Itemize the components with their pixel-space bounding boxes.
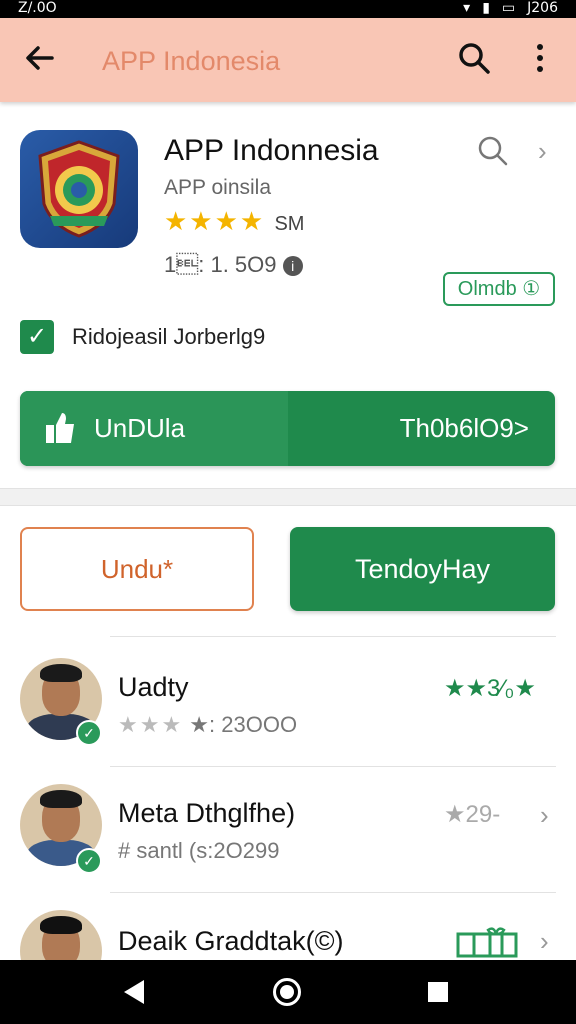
battery-icon: ▭ bbox=[501, 0, 516, 16]
reviewer-name: Uadty bbox=[118, 672, 189, 702]
top-app-bar: APP Indonesia bbox=[0, 18, 576, 102]
app-name: APP Indonnesia bbox=[164, 134, 379, 167]
chevron-right-icon[interactable]: › bbox=[540, 800, 549, 831]
review-meta-text: ★: 23OOO bbox=[189, 712, 298, 737]
section-divider bbox=[0, 488, 576, 506]
recents-square-icon[interactable] bbox=[428, 982, 448, 1002]
filled-button[interactable]: TendoyHay bbox=[290, 527, 555, 611]
outline-button[interactable]: Undu* bbox=[20, 527, 254, 611]
review-rating: ★29- bbox=[444, 801, 501, 828]
verified-check-icon: ✓ bbox=[76, 848, 102, 874]
star-rating-icons: ★★★★ bbox=[164, 206, 266, 236]
search-icon[interactable] bbox=[476, 134, 510, 168]
home-circle-icon[interactable] bbox=[273, 978, 301, 1006]
verified-check-icon: ✓ bbox=[76, 720, 102, 746]
rating-count: SM bbox=[274, 213, 305, 235]
chevron-right-icon[interactable]: › bbox=[540, 926, 549, 957]
agree-checkbox-row[interactable]: ✓ Ridojeasil Jorberlg9 bbox=[20, 320, 420, 354]
app-meta-text: 1: 1. 5O9 bbox=[164, 252, 277, 277]
app-subtitle: APP oinsila bbox=[164, 176, 272, 199]
battery-text: J206 bbox=[527, 0, 558, 16]
app-meta: 1: 1. 5O9 i bbox=[164, 252, 303, 278]
app-logo-icon bbox=[20, 130, 138, 248]
chevron-right-icon[interactable]: › bbox=[538, 136, 547, 167]
arrow-left-icon[interactable] bbox=[24, 40, 56, 76]
checkbox[interactable]: ✓ bbox=[20, 320, 54, 354]
download-secondary-label: Th0b6lO9> bbox=[399, 413, 529, 443]
list-divider bbox=[110, 892, 556, 893]
thumbs-up-icon bbox=[44, 411, 76, 445]
status-bar: Z/.0O ▾ ▮ ▭ J206 bbox=[0, 0, 576, 18]
list-divider bbox=[110, 636, 556, 637]
avatar bbox=[20, 910, 102, 960]
reviewer-name: Deaik Graddtak(©) bbox=[118, 926, 344, 956]
system-nav-bar bbox=[0, 960, 576, 1024]
search-icon[interactable] bbox=[456, 40, 492, 76]
more-vert-icon[interactable] bbox=[530, 40, 550, 76]
gift-icon[interactable] bbox=[456, 926, 518, 960]
review-item[interactable]: ✓ Uadty ★★★ ★: 23OOO ★★3⁄₀★ bbox=[0, 650, 576, 774]
list-divider bbox=[110, 766, 556, 767]
info-icon[interactable]: i bbox=[282, 256, 303, 277]
review-rating: ★★3⁄₀★ bbox=[444, 675, 536, 702]
back-triangle-icon[interactable] bbox=[124, 980, 144, 1004]
review-item[interactable]: ✓ Meta Dthglfhe) # santl (s:2O299 ★29- › bbox=[0, 776, 576, 900]
review-item[interactable]: Deaik Graddtak(©) › bbox=[0, 904, 576, 960]
download-label: UnDUla bbox=[94, 413, 186, 443]
review-meta: ★★★ ★: 23OOO bbox=[118, 712, 297, 738]
review-meta: # santl (s:2O299 bbox=[118, 838, 280, 863]
reviewer-name: Meta Dthglfhe) bbox=[118, 798, 296, 828]
status-time: Z/.0O bbox=[18, 0, 57, 16]
app-rating: ★★★★ SM bbox=[164, 206, 304, 237]
checkbox-label: Ridojeasil Jorberlg9 bbox=[72, 324, 266, 349]
wifi-icon: ▾ bbox=[463, 0, 471, 16]
review-stars: ★★★ bbox=[118, 712, 184, 737]
install-badge[interactable]: Olmdb ① bbox=[443, 272, 555, 306]
download-button[interactable]: UnDUla Th0b6lO9> bbox=[20, 391, 555, 466]
toolbar-title: APP Indonesia bbox=[102, 46, 281, 76]
signal-icon: ▮ bbox=[482, 0, 490, 16]
status-icons: ▾ ▮ ▭ J206 bbox=[463, 0, 558, 16]
